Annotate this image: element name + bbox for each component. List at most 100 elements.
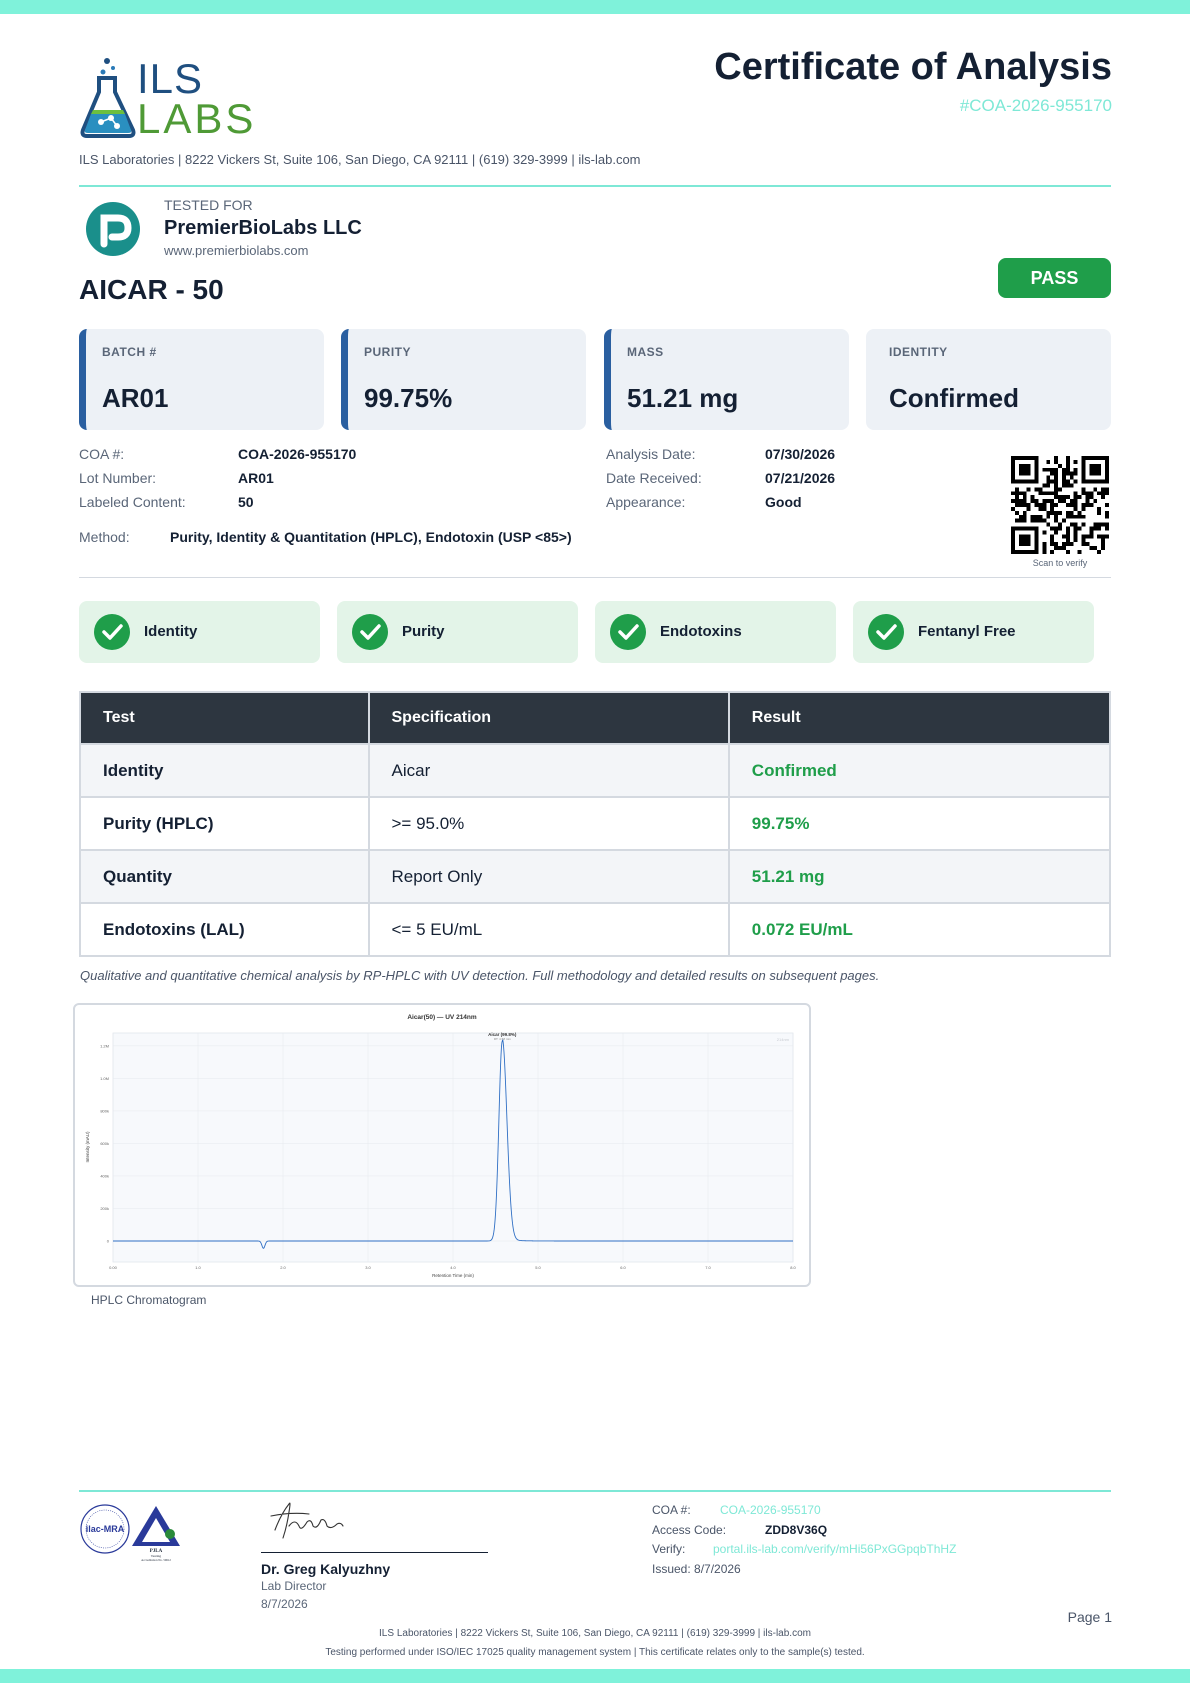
column-header: Specification (367, 691, 730, 745)
y-tick-label: 800k (100, 1108, 109, 1113)
result-cell: 99.75% (727, 796, 1112, 851)
badge-label: Fentanyl Free (918, 623, 1016, 640)
column-header: Result (727, 691, 1112, 745)
stat-card-mass: MASS 51.21 mg (604, 329, 849, 430)
x-tick-label: 2.0 (280, 1265, 286, 1270)
ilac-mra-seal-icon: ilac-MRA (80, 1504, 130, 1554)
method-key: Method: (79, 529, 130, 545)
signer-title: Lab Director (261, 1579, 327, 1593)
stat-label: BATCH # (102, 345, 157, 359)
stat-label: IDENTITY (889, 345, 948, 359)
info-content-key: Labeled Content: (79, 494, 186, 510)
signature-line (261, 1552, 488, 1553)
spec-cell: Aicar (367, 743, 730, 798)
stat-value: Confirmed (889, 383, 1019, 413)
footer-access-label: Access Code: (652, 1523, 727, 1537)
check-icon (352, 614, 388, 650)
check-icon (610, 614, 646, 650)
info-appearance-key: Appearance: (606, 494, 686, 510)
check-icon (868, 614, 904, 650)
y-tick-label: 1.2M (100, 1043, 109, 1048)
result-cell: 0.072 EU/mL (727, 902, 1112, 957)
product-name: AICAR - 50 (79, 274, 224, 305)
x-tick-label: 1.0 (195, 1265, 201, 1270)
stat-label: MASS (627, 345, 664, 359)
wavelength-corner-label: 214nm (777, 1037, 790, 1042)
header-divider (79, 185, 1111, 187)
info-divider (79, 577, 1111, 578)
footer-disclaimer: Testing performed under ISO/IEC 17025 qu… (325, 1647, 865, 1658)
test-cell: Quantity (79, 849, 370, 904)
info-received-value: 07/21/2026 (765, 470, 836, 486)
info-lot-key: Lot Number: (79, 470, 157, 486)
table-row: Quantity Report Only 51.21 mg (79, 849, 1112, 904)
pjla-seal-icon: PJLA Testing Accreditation No. 59612 (132, 1506, 180, 1562)
y-tick-label: 600k (100, 1141, 109, 1146)
method-value: Purity, Identity & Quantitation (HPLC), … (170, 529, 572, 545)
chromatogram-panel: Aicar(50) — UV 214nm 0.00 1.0 2.0 3.0 4.0 5.0… (73, 1003, 811, 1287)
client-url: www.premierbiolabs.com (164, 243, 309, 258)
page-title: Certificate of Analysis (714, 46, 1112, 88)
signer-name: Dr. Greg Kalyuzhny (261, 1561, 391, 1577)
spec-cell: >= 95.0% (367, 796, 730, 851)
x-tick-label: 3.0 (365, 1265, 371, 1270)
methodology-note: Qualitative and quantitative chemical an… (80, 968, 880, 983)
stat-value: AR01 (102, 383, 169, 413)
top-accent-bar (0, 0, 1190, 14)
tested-for-label: TESTED FOR (164, 197, 253, 213)
test-cell: Endotoxins (LAL) (79, 902, 370, 957)
result-cell: Confirmed (727, 743, 1112, 798)
logo-text-labs: LABS (137, 95, 257, 142)
stat-card-identity: IDENTITY Confirmed (866, 329, 1111, 430)
stat-label: PURITY (364, 345, 412, 359)
y-tick-label: 1.0M (100, 1076, 109, 1081)
logo-text-ils: ILS (137, 55, 204, 102)
footer-divider (79, 1490, 1111, 1492)
chart-title: Aicar(50) — UV 214nm (407, 1014, 477, 1021)
x-tick-label: 5.0 (535, 1265, 541, 1270)
qr-code[interactable] (1011, 456, 1109, 554)
check-badge-identity: Identity (79, 601, 320, 663)
badge-label: Endotoxins (660, 623, 742, 640)
page-number: Page 1 (1067, 1609, 1112, 1625)
footer-verify-label: Verify: (652, 1542, 686, 1556)
table-row: Identity Aicar Confirmed (79, 743, 1112, 798)
info-received-key: Date Received: (606, 470, 702, 486)
stat-card-purity: PURITY 99.75% (341, 329, 586, 430)
x-tick-label: 7.0 (705, 1265, 711, 1270)
stat-card-batch: BATCH # AR01 (79, 329, 324, 430)
x-tick-label: 8.0 (790, 1265, 796, 1270)
y-axis-label: Intensity (mAU) (85, 1131, 90, 1163)
info-lot-value: AR01 (238, 470, 274, 486)
badge-label: Purity (402, 623, 445, 640)
info-coa-key: COA #: (79, 446, 125, 462)
footer-coa-label: COA #: (652, 1503, 691, 1517)
stat-value: 99.75% (364, 383, 453, 413)
info-content-value: 50 (238, 494, 254, 510)
footer-access-value: ZDD8V36Q (765, 1523, 828, 1537)
coa-id-header: #COA-2026-955170 (959, 96, 1112, 115)
info-analysis-date-key: Analysis Date: (606, 446, 696, 462)
info-appearance-value: Good (765, 494, 802, 510)
ils-labs-logo: ILS LABS (79, 55, 253, 140)
footer-verify-link[interactable]: portal.ils-lab.com/verify/mHi56PxGGpqbTh… (713, 1542, 956, 1556)
spec-cell: <= 5 EU/mL (367, 902, 730, 957)
footer-coa-value: COA-2026-955170 (720, 1503, 821, 1517)
test-cell: Identity (79, 743, 370, 798)
info-coa-value: COA-2026-955170 (238, 446, 357, 462)
results-table: Test Specification Result Identity Aicar… (79, 691, 1112, 957)
client-name: PremierBioLabs LLC (164, 217, 362, 239)
client-logo (86, 202, 140, 256)
seal-accreditation: Accreditation No. 59612 (141, 1558, 171, 1562)
check-badge-fentanyl-free: Fentanyl Free (853, 601, 1094, 663)
stat-value: 51.21 mg (627, 383, 739, 413)
check-icon (94, 614, 130, 650)
x-axis-label: Retention Time (min) (432, 1273, 474, 1278)
seal-left-text: ilac-MRA (86, 1524, 125, 1534)
result-cell: 51.21 mg (727, 849, 1112, 904)
signature-image (270, 1502, 344, 1539)
spec-cell: Report Only (367, 849, 730, 904)
column-header: Test (79, 691, 370, 745)
y-tick-label: 200k (100, 1206, 109, 1211)
bottom-accent-bar (0, 1669, 1190, 1683)
